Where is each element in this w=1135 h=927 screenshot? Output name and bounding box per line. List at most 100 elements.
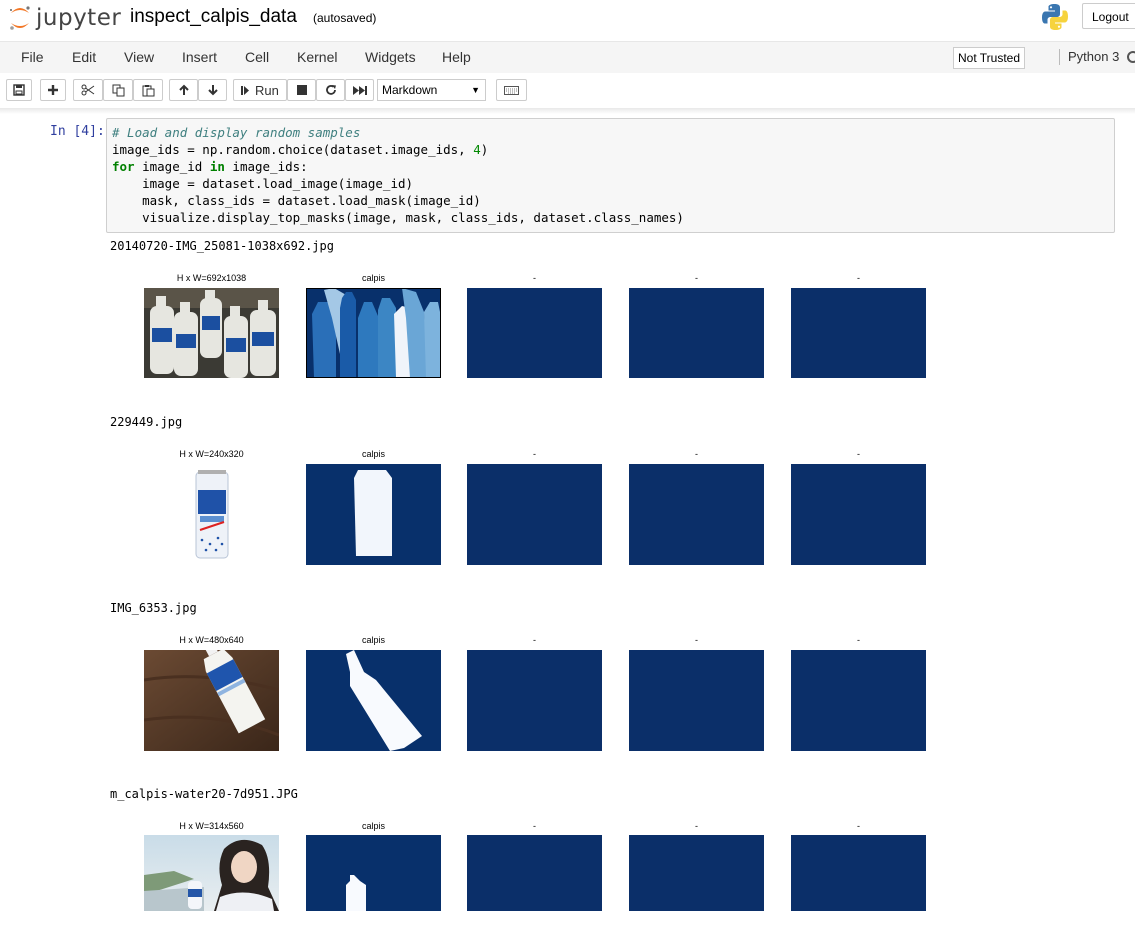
panel-title: H x W=480x640 (179, 635, 244, 645)
jupyter-logo[interactable]: jupyter (8, 4, 121, 32)
mask-panel-empty (467, 464, 602, 565)
mask-panel-calpis (306, 650, 441, 751)
panel-title: - (857, 449, 860, 459)
code-line: visualize.display_top_masks(image, mask,… (112, 210, 684, 225)
panel-title: calpis (361, 273, 385, 283)
photo-advertisement (144, 835, 279, 911)
header: jupyter inspect_calpis_data (autosaved) … (0, 0, 1135, 40)
move-down-button[interactable] (198, 79, 227, 101)
mask-panel-empty (467, 288, 602, 378)
run-button[interactable]: Run (233, 79, 287, 101)
code-keyword: for (112, 159, 135, 174)
code-text: image_ids: (224, 159, 308, 174)
menu-edit[interactable]: Edit (72, 49, 96, 65)
code-line: for image_id in image_ids: (112, 159, 308, 174)
sample-image (144, 464, 279, 565)
mask-can (306, 464, 441, 565)
panel-title: calpis (361, 821, 385, 831)
photo-bottles (144, 288, 279, 378)
mask-panel-empty (467, 650, 602, 751)
code-cell-input[interactable]: # Load and display random samples image_… (106, 118, 1115, 233)
mask-panel-calpis (306, 835, 441, 911)
kernel-name: Python 3 (1068, 49, 1120, 64)
restart-icon (325, 85, 336, 95)
menubar: File Edit View Insert Cell Kernel Widget… (0, 41, 1135, 74)
mask-panel-empty (467, 835, 602, 911)
photo-can (144, 464, 279, 565)
menu-cell[interactable]: Cell (245, 49, 269, 65)
mask-panel-empty (629, 288, 764, 378)
output-filename: 20140720-IMG_25081-1038x692.jpg (110, 239, 334, 253)
fast-forward-icon (352, 85, 367, 95)
mask-panel-empty (791, 650, 926, 751)
mask-bottles (306, 288, 441, 378)
code-comment: # Load and display random samples (112, 125, 361, 140)
panel-title: calpis (361, 449, 385, 459)
menu-widgets[interactable]: Widgets (365, 49, 416, 65)
paste-button[interactable] (133, 79, 163, 101)
stop-icon (296, 85, 307, 95)
code-text: image_ids = np.random.choice(dataset.ima… (112, 142, 474, 157)
logout-button[interactable]: Logout (1082, 3, 1135, 29)
toolbar: Run Markdown ▼ (0, 73, 1135, 108)
output-filename: 229449.jpg (110, 415, 183, 429)
mask-advertisement (306, 835, 441, 911)
panel-title: H x W=314x560 (179, 821, 244, 831)
panel-title: - (533, 449, 536, 459)
panel-title: - (533, 273, 536, 283)
sample-image (144, 650, 279, 751)
panel-title: - (695, 635, 698, 645)
code-text: ) (480, 142, 489, 157)
output-filename: m_calpis-water20-7d951.JPG (110, 787, 298, 801)
code-number: 4 (473, 142, 481, 157)
python-logo-icon (1042, 4, 1068, 30)
code-line: image = dataset.load_image(image_id) (112, 176, 414, 191)
cut-icon (81, 84, 95, 96)
panel-title: - (533, 821, 536, 831)
divider (1059, 49, 1060, 65)
menu-help[interactable]: Help (442, 49, 471, 65)
code-line: # Load and display random samples (112, 125, 360, 140)
command-palette-button[interactable] (496, 79, 527, 101)
toolbar-shadow (0, 108, 1135, 114)
menu-insert[interactable]: Insert (182, 49, 217, 65)
menu-view[interactable]: View (124, 49, 154, 65)
chevron-down-icon: ▼ (471, 85, 480, 95)
kernel-idle-indicator-icon (1127, 51, 1135, 63)
notebook-title[interactable]: inspect_calpis_data (130, 6, 297, 28)
code-text: image_id (134, 159, 210, 174)
save-button[interactable] (6, 79, 32, 101)
cut-button[interactable] (73, 79, 103, 101)
interrupt-button[interactable] (287, 79, 316, 101)
trust-status-button[interactable]: Not Trusted (953, 47, 1026, 69)
restart-button[interactable] (316, 79, 345, 101)
arrow-down-icon (207, 85, 218, 96)
menu-kernel[interactable]: Kernel (297, 49, 337, 65)
copy-button[interactable] (103, 79, 133, 101)
jupyter-logo-icon (10, 6, 30, 30)
code-keyword: in (209, 159, 225, 174)
panel-title: H x W=692x1038 (176, 273, 247, 283)
code-line: mask, class_ids = dataset.load_mask(imag… (112, 193, 481, 208)
autosave-status: (autosaved) (313, 11, 377, 25)
restart-run-all-button[interactable] (345, 79, 374, 101)
mask-panel-empty (791, 288, 926, 378)
output-filename: IMG_6353.jpg (110, 601, 197, 615)
save-icon (13, 84, 25, 96)
cell-type-select[interactable]: Markdown ▼ (377, 79, 486, 101)
panel-title: - (695, 821, 698, 831)
menu-file[interactable]: File (21, 49, 44, 65)
insert-cell-button[interactable] (40, 79, 66, 101)
cell-prompt: In [4]: (50, 124, 105, 139)
panel-title: - (857, 635, 860, 645)
run-icon (241, 85, 249, 95)
mask-panel-calpis (306, 464, 441, 565)
panel-title: H x W=240x320 (179, 449, 244, 459)
jupyter-logo-text: jupyter (36, 5, 122, 31)
move-up-button[interactable] (169, 79, 198, 101)
plus-icon (48, 85, 58, 95)
panel-title: calpis (361, 635, 385, 645)
photo-bottle-table (144, 650, 279, 751)
code-line: image_ids = np.random.choice(dataset.ima… (112, 142, 488, 157)
copy-icon (112, 84, 124, 96)
